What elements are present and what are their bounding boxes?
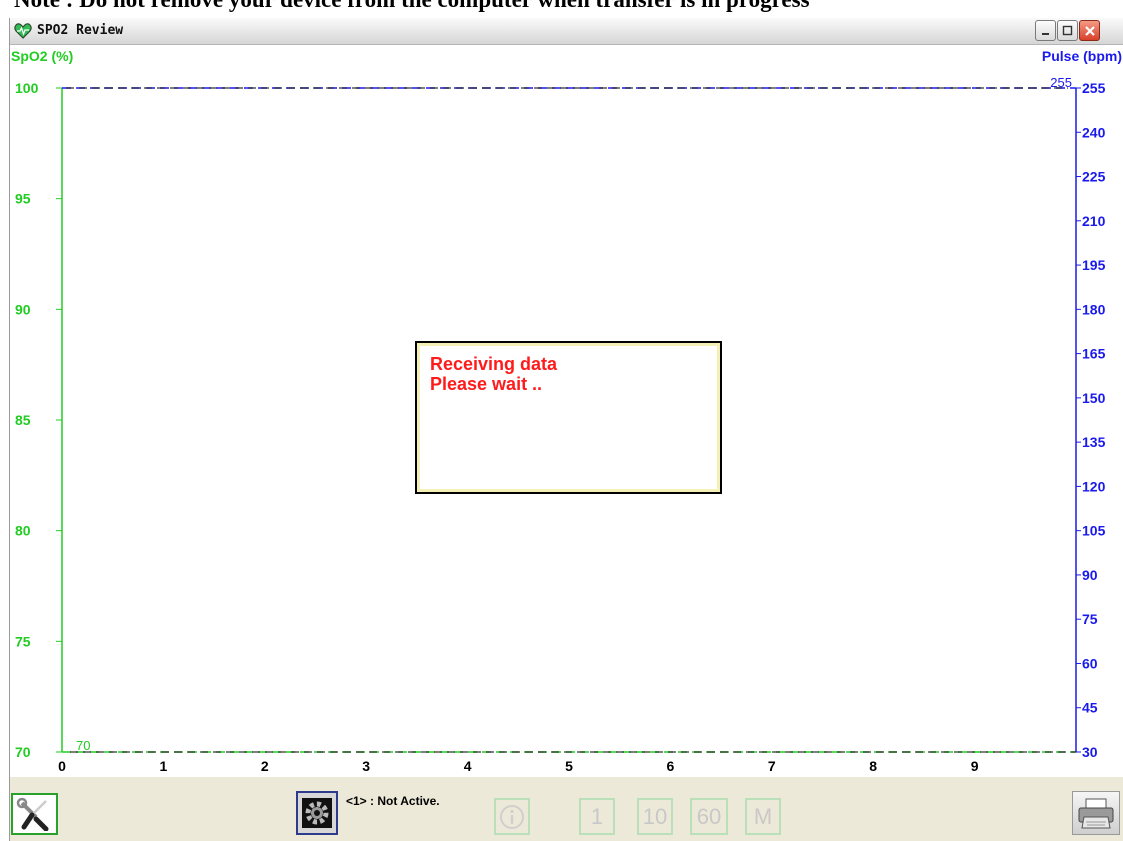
right-tick-label: 90 xyxy=(1082,567,1098,583)
dialog-line-2: Please wait .. xyxy=(430,374,543,394)
transfer-note: Note : Do not remove your device from th… xyxy=(14,0,810,13)
right-tick-label: 75 xyxy=(1082,611,1098,627)
x-tick-label: 8 xyxy=(869,758,877,774)
right-tick-label: 45 xyxy=(1082,700,1098,716)
print-button[interactable] xyxy=(1072,791,1120,835)
x-tick-label: 9 xyxy=(971,758,979,774)
range-60-button[interactable]: 60 xyxy=(690,798,728,835)
settings-button[interactable] xyxy=(11,793,58,835)
right-tick-label: 60 xyxy=(1082,655,1098,671)
right-tick-label: 225 xyxy=(1082,169,1106,185)
title-bar[interactable]: SPO2 Review xyxy=(10,18,1123,45)
receiving-data-dialog: Receiving data Please wait .. xyxy=(415,341,722,494)
close-button[interactable] xyxy=(1079,20,1100,41)
x-tick-label: 4 xyxy=(464,758,472,774)
printer-icon xyxy=(1078,798,1114,829)
right-tick-label: 240 xyxy=(1082,124,1106,140)
right-tick-label: 120 xyxy=(1082,478,1106,494)
left-tick-label: 95 xyxy=(15,191,31,207)
right-tick-label: 150 xyxy=(1082,390,1106,406)
right-tick-label: 180 xyxy=(1082,301,1106,317)
max-marker-label: 255 xyxy=(1050,75,1072,90)
minimize-icon xyxy=(1042,33,1049,35)
range-10-button[interactable]: 10 xyxy=(637,798,673,835)
left-tick-label: 85 xyxy=(15,412,31,428)
maximize-icon xyxy=(1062,25,1073,36)
bottom-toolbar: <1> : Not Active. 1 10 60 M xyxy=(10,777,1123,841)
close-icon xyxy=(1084,25,1095,36)
info-icon xyxy=(500,804,524,829)
x-tick-label: 7 xyxy=(768,758,776,774)
right-tick-label: 195 xyxy=(1082,257,1106,273)
gear-button[interactable] xyxy=(296,791,338,835)
gear-icon xyxy=(302,798,332,828)
left-tick-label: 75 xyxy=(15,633,31,649)
right-tick-label: 210 xyxy=(1082,213,1106,229)
left-tick-label: 70 xyxy=(15,744,31,760)
right-tick-label: 255 xyxy=(1082,80,1106,96)
chart-area: SpO2 (%) Pulse (bpm) 100 95 90 85 80 75 70 255 2… xyxy=(10,45,1123,777)
right-tick-label: 30 xyxy=(1082,744,1098,760)
info-button[interactable] xyxy=(494,798,530,835)
maximize-button[interactable] xyxy=(1057,20,1078,41)
device-status: <1> : Not Active. xyxy=(346,794,440,808)
dialog-line-1: Receiving data xyxy=(430,354,558,374)
minimize-button[interactable] xyxy=(1035,20,1056,41)
window-title: SPO2 Review xyxy=(37,23,124,38)
left-tick-label: 90 xyxy=(15,301,31,317)
right-tick-label: 165 xyxy=(1082,346,1106,362)
wrench-screwdriver-icon xyxy=(16,797,48,831)
spo2-review-window: SPO2 Review SpO2 (%) Pulse (bpm) 100 95 90… xyxy=(9,18,1123,841)
x-tick-label: 1 xyxy=(160,758,168,774)
right-tick-label: 105 xyxy=(1082,523,1106,539)
range-m-button[interactable]: M xyxy=(745,798,781,835)
left-tick-label: 100 xyxy=(15,80,39,96)
x-tick-label: 6 xyxy=(667,758,675,774)
heart-icon xyxy=(14,23,32,39)
x-tick-label: 0 xyxy=(58,758,66,774)
min-marker-label: 70 xyxy=(76,738,90,753)
x-tick-label: 3 xyxy=(362,758,370,774)
x-tick-label: 2 xyxy=(261,758,269,774)
left-tick-label: 80 xyxy=(15,523,31,539)
range-1-button[interactable]: 1 xyxy=(579,798,615,835)
right-tick-label: 135 xyxy=(1082,434,1106,450)
x-tick-label: 5 xyxy=(565,758,573,774)
